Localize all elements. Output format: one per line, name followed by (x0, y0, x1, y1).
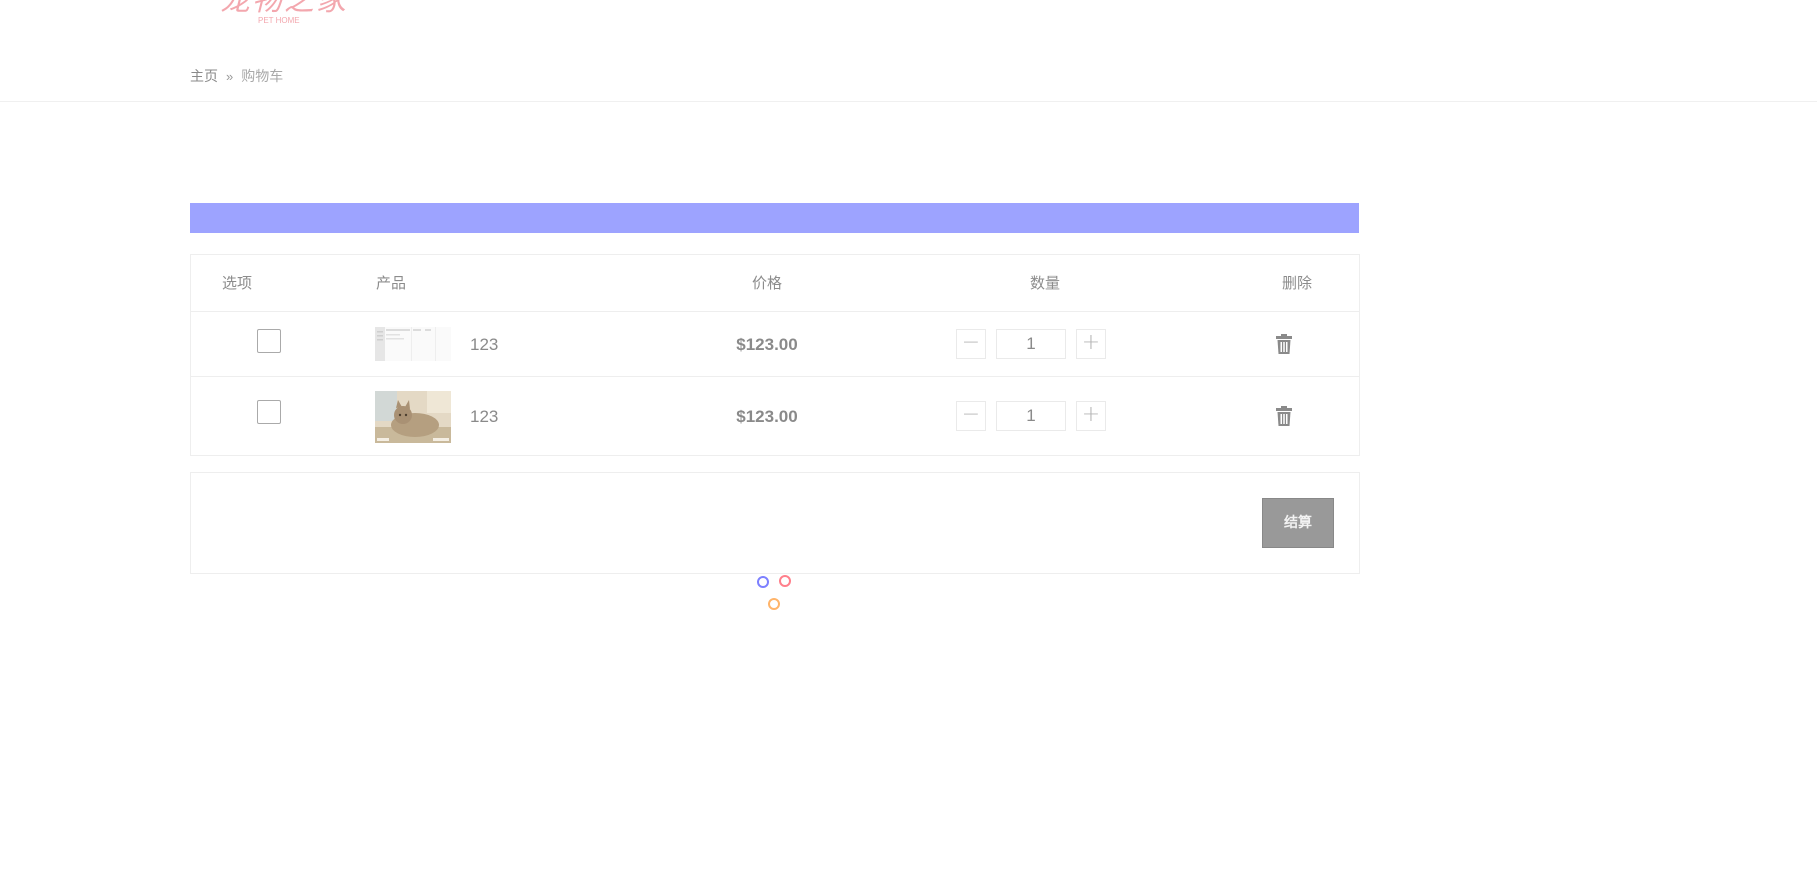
table-header-row: 选项 产品 价格 数量 删除 (191, 255, 1359, 312)
product-name[interactable]: 123 (470, 407, 498, 427)
loader-dot (779, 575, 791, 587)
header-delete: 删除 (1281, 275, 1312, 292)
checkout-button[interactable]: 结算 (1262, 498, 1334, 548)
quantity-increase-button[interactable]: + (1076, 329, 1106, 359)
site-logo[interactable]: 宠物之家 PET HOME (220, 0, 350, 28)
header-price: 价格 (751, 275, 782, 292)
cart-banner (190, 203, 1359, 233)
breadcrumb-home-link[interactable]: 主页 (190, 66, 218, 86)
quantity-increase-button[interactable]: + (1076, 401, 1106, 431)
header-divider (0, 101, 1817, 102)
cart-table: 选项 产品 价格 数量 删除 123 $123.00 − 1 + 123 $12… (190, 254, 1360, 456)
item-select-checkbox[interactable] (257, 400, 281, 424)
item-select-checkbox[interactable] (257, 329, 281, 353)
header-quantity: 数量 (1029, 275, 1060, 292)
header-option: 选项 (222, 275, 253, 292)
quantity-decrease-button[interactable]: − (956, 401, 986, 431)
table-row: 123 $123.00 − 1 + (191, 313, 1359, 377)
product-thumbnail[interactable] (375, 391, 451, 443)
loading-spinner-icon (756, 574, 796, 614)
loader-dot (768, 598, 780, 610)
breadcrumb: 主页 » 购物车 (190, 66, 283, 86)
product-thumbnail[interactable] (375, 327, 451, 361)
product-name[interactable]: 123 (470, 335, 498, 355)
logo-subtext: PET HOME (258, 16, 300, 25)
quantity-decrease-button[interactable]: − (956, 329, 986, 359)
trash-icon[interactable] (1276, 406, 1292, 426)
breadcrumb-current: 购物车 (241, 68, 284, 84)
product-price: $123.00 (736, 335, 798, 354)
table-row: 123 $123.00 − 1 + (191, 378, 1359, 455)
product-price: $123.00 (736, 407, 798, 426)
breadcrumb-separator-icon: » (226, 68, 234, 84)
quantity-input[interactable]: 1 (996, 329, 1066, 359)
logo-text: 宠物之家 (220, 0, 348, 18)
loader-dot (757, 576, 769, 588)
quantity-input[interactable]: 1 (996, 401, 1066, 431)
trash-icon[interactable] (1276, 334, 1292, 354)
checkout-panel: 结算 (190, 472, 1360, 574)
header-product: 产品 (376, 275, 407, 292)
